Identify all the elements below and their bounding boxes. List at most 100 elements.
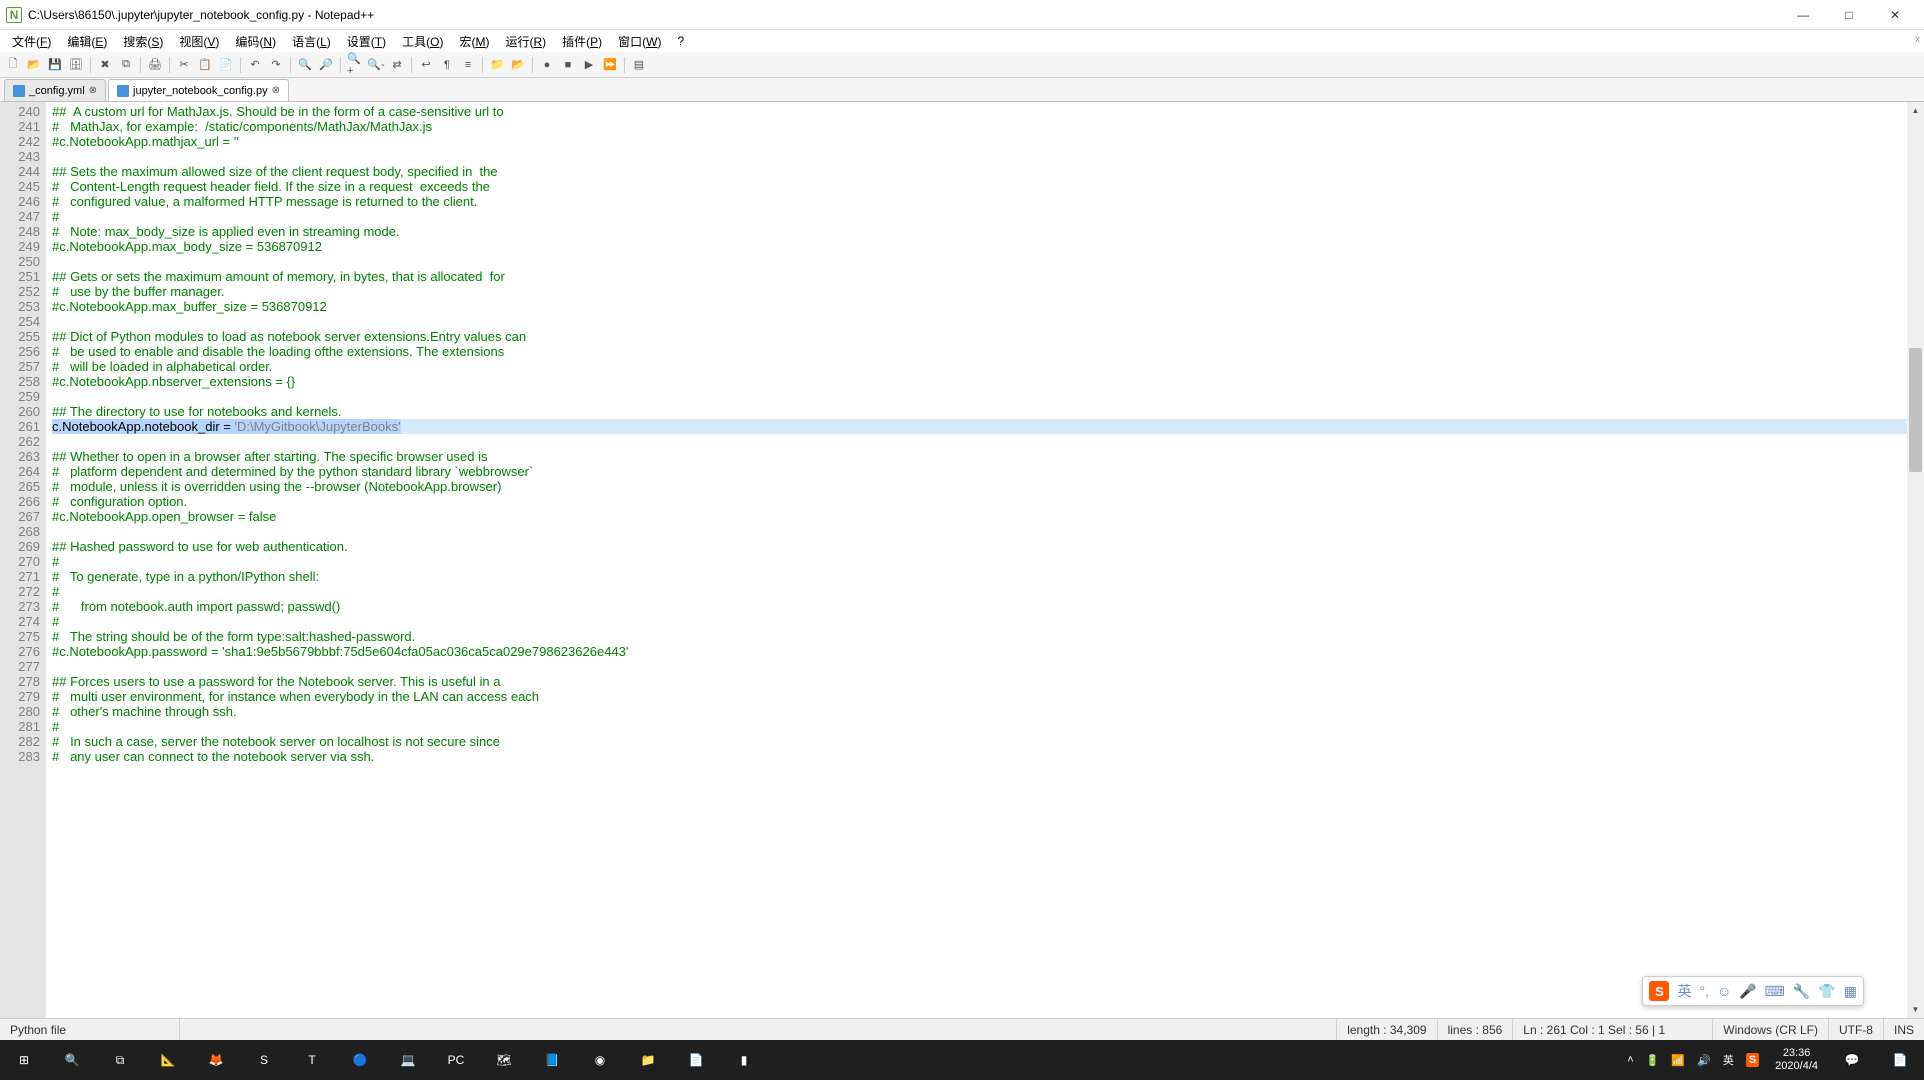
ime-float-bar[interactable]: S 英 °, ☺ 🎤 ⌨ 🔧 👕 ▦ [1642,976,1864,1006]
tray-ime-lang-icon[interactable]: 英 [1717,1040,1740,1080]
ime-skin-icon[interactable]: 👕 [1818,983,1835,1000]
code-line[interactable]: # [52,614,1907,629]
find-icon[interactable]: 🔍 [296,56,314,74]
menu-R[interactable]: 运行(R) [497,31,554,52]
new-file-icon[interactable]: 🗋 [4,56,22,74]
code-line[interactable] [52,524,1907,539]
folder-icon[interactable]: 📁 [488,56,506,74]
menu-L[interactable]: 语言(L) [284,31,339,52]
replace-icon[interactable]: 🔎 [317,56,335,74]
menu-P[interactable]: 插件(P) [554,31,610,52]
menu-M[interactable]: 宏(M) [451,31,497,52]
taskbar-snagit-icon[interactable]: S [240,1040,288,1080]
code-line[interactable]: # To generate, type in a python/IPython … [52,569,1907,584]
tray-volume-icon[interactable]: 🔊 [1691,1040,1717,1080]
panel-icon[interactable]: ▤ [630,56,648,74]
code-line[interactable]: c.NotebookApp.notebook_dir = 'D:\MyGitbo… [52,419,1907,434]
scroll-track[interactable] [1907,119,1924,1001]
code-line[interactable]: # configuration option. [52,494,1907,509]
taskbar-map-icon[interactable]: 🗺 [480,1040,528,1080]
code-line[interactable]: ## A custom url for MathJax.js. Should b… [52,104,1907,119]
code-line[interactable] [52,314,1907,329]
fast-forward-icon[interactable]: ⏩ [601,56,619,74]
vertical-scrollbar[interactable]: ▲ ▼ [1907,102,1924,1018]
ime-punct-icon[interactable]: °, [1699,983,1709,999]
ime-lang-label[interactable]: 英 [1677,981,1691,1001]
play-icon[interactable]: ▶ [580,56,598,74]
tab-_config.yml[interactable]: _config.yml⊗ [4,79,106,101]
code-line[interactable]: # The string should be of the form type:… [52,629,1907,644]
code-line[interactable]: ## Dict of Python modules to load as not… [52,329,1907,344]
code-line[interactable]: # from notebook.auth import passwd; pass… [52,599,1907,614]
taskbar-chrome-icon[interactable]: ◉ [576,1040,624,1080]
taskbar-teamviewer-icon[interactable]: 🔵 [336,1040,384,1080]
code-line[interactable]: # module, unless it is overridden using … [52,479,1907,494]
taskbar-start-icon[interactable]: ⊞ [0,1040,48,1080]
code-line[interactable]: #c.NotebookApp.nbserver_extensions = {} [52,374,1907,389]
tab-close-icon[interactable]: ⊗ [89,85,97,96]
secondary-close-icon[interactable]: x [1915,34,1920,45]
code-line[interactable]: #c.NotebookApp.mathjax_url = '' [52,134,1907,149]
code-line[interactable]: #c.NotebookApp.max_body_size = 536870912 [52,239,1907,254]
sync-icon[interactable]: ⇄ [388,56,406,74]
taskbar-notepad-icon[interactable]: 📘 [528,1040,576,1080]
code-line[interactable]: # [52,584,1907,599]
scroll-down-arrow[interactable]: ▼ [1907,1001,1924,1018]
code-line[interactable]: ## The directory to use for notebooks an… [52,404,1907,419]
save-icon[interactable]: 💾 [46,56,64,74]
tray-battery-icon[interactable]: 🔋 [1640,1040,1666,1080]
close-all-icon[interactable]: ⧉ [117,56,135,74]
editor-area[interactable]: 2402412422432442452462472482492502512522… [0,102,1924,1018]
maximize-button[interactable]: □ [1826,0,1872,30]
copy-icon[interactable]: 📋 [196,56,214,74]
code-line[interactable]: # Content-Length request header field. I… [52,179,1907,194]
code-line[interactable] [52,389,1907,404]
menu-V[interactable]: 视图(V) [171,31,227,52]
taskbar-gimp-icon[interactable]: 🦊 [192,1040,240,1080]
taskbar-texstudio-icon[interactable]: T [288,1040,336,1080]
code-line[interactable]: # any user can connect to the notebook s… [52,749,1907,764]
word-wrap-icon[interactable]: ↩ [417,56,435,74]
ime-emoji-icon[interactable]: ☺ [1717,983,1731,999]
taskbar-terminal-icon[interactable]: ▮ [720,1040,768,1080]
code-line[interactable] [52,659,1907,674]
paste-icon[interactable]: 📄 [217,56,235,74]
tray-sogou-icon[interactable]: S [1740,1040,1765,1080]
stop-icon[interactable]: ■ [559,56,577,74]
code-line[interactable]: # be used to enable and disable the load… [52,344,1907,359]
taskbar-laptop-icon[interactable]: 💻 [384,1040,432,1080]
taskbar-search-icon[interactable]: 🔍 [48,1040,96,1080]
code-line[interactable]: ## Forces users to use a password for th… [52,674,1907,689]
menu-N[interactable]: 编码(N) [227,31,284,52]
menu-E[interactable]: 编辑(E) [59,31,115,52]
code-line[interactable]: #c.NotebookApp.max_buffer_size = 5368709… [52,299,1907,314]
menu-?[interactable]: ? [669,32,692,50]
folder-open-icon[interactable]: 📂 [509,56,527,74]
code-line[interactable] [52,254,1907,269]
code-line[interactable]: # Note: max_body_size is applied even in… [52,224,1907,239]
zoom-out-icon[interactable]: 🔍- [367,56,385,74]
code-line[interactable]: #c.NotebookApp.password = 'sha1:9e5b5679… [52,644,1907,659]
taskbar-clock[interactable]: 23:36 2020/4/4 [1765,1047,1828,1073]
ime-keyboard-icon[interactable]: ⌨ [1765,983,1785,1000]
zoom-in-icon[interactable]: 🔍+ [346,56,364,74]
code-line[interactable]: ## Sets the maximum allowed size of the … [52,164,1907,179]
menu-F[interactable]: 文件(F) [4,31,59,52]
code-line[interactable]: # MathJax, for example: /static/componen… [52,119,1907,134]
notifications-icon[interactable]: 💬 [1828,1040,1876,1080]
taskbar-task-view-icon[interactable]: ⧉ [96,1040,144,1080]
open-file-icon[interactable]: 📂 [25,56,43,74]
print-icon[interactable]: 🖨 [146,56,164,74]
code-line[interactable]: ## Whether to open in a browser after st… [52,449,1907,464]
tab-jupyter_notebook_config.py[interactable]: jupyter_notebook_config.py⊗ [108,79,289,101]
menu-O[interactable]: 工具(O) [394,31,451,52]
code-line[interactable] [52,149,1907,164]
code-line[interactable] [52,434,1907,449]
menu-T[interactable]: 设置(T) [339,31,394,52]
taskbar-file-explorer-icon[interactable]: 📁 [624,1040,672,1080]
code-line[interactable]: # will be loaded in alphabetical order. [52,359,1907,374]
taskbar-pycharm-icon[interactable]: PC [432,1040,480,1080]
code-line[interactable]: # multi user environment, for instance w… [52,689,1907,704]
code-content[interactable]: ## A custom url for MathJax.js. Should b… [46,102,1907,1018]
redo-icon[interactable]: ↷ [267,56,285,74]
